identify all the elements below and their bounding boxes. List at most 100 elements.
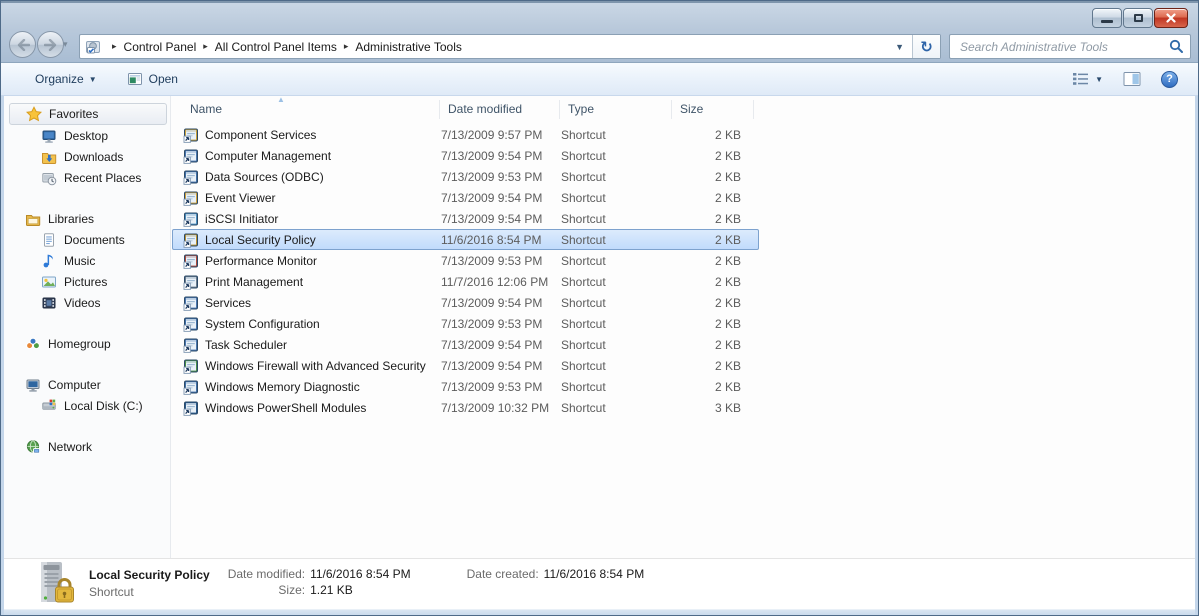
table-row[interactable]: Services7/13/2009 9:54 PMShortcut2 KB: [172, 292, 759, 313]
title-bar[interactable]: ▾ ▸ Control Panel ▸ All Control Panel It…: [1, 1, 1198, 63]
sidebar-item-label: Recent Places: [64, 171, 141, 185]
date-modified-label: Date modified:: [228, 567, 305, 581]
sidebar-item-label: Computer: [48, 378, 101, 392]
search-icon[interactable]: [1169, 39, 1184, 54]
breadcrumb-arrow-icon: ▸: [112, 41, 117, 52]
sidebar-item-pictures[interactable]: Pictures: [1, 271, 170, 292]
help-button[interactable]: ?: [1155, 68, 1184, 91]
column-header-label: Type: [568, 102, 594, 116]
event-viewer-icon: [183, 190, 199, 206]
pictures-icon: [41, 274, 57, 290]
sidebar-item-network[interactable]: Network: [1, 436, 170, 457]
window-frame-left: [1, 96, 4, 616]
address-dropdown-icon[interactable]: ▼: [887, 42, 912, 52]
file-date-modified: 7/13/2009 9:54 PM: [441, 338, 561, 352]
file-type: Shortcut: [561, 338, 673, 352]
table-row[interactable]: Data Sources (ODBC)7/13/2009 9:53 PMShor…: [172, 166, 759, 187]
sidebar-item-recent-places[interactable]: Recent Places: [1, 167, 170, 188]
column-header-size[interactable]: Size: [672, 100, 754, 119]
sidebar-item-label: Videos: [64, 296, 100, 310]
table-row[interactable]: System Configuration7/13/2009 9:53 PMSho…: [172, 313, 759, 334]
sidebar-item-computer[interactable]: Computer: [1, 374, 170, 395]
file-type: Shortcut: [561, 380, 673, 394]
file-name: Services: [205, 296, 251, 310]
sidebar-item-label: Favorites: [49, 107, 98, 121]
powershell-modules-icon: [183, 400, 199, 416]
open-button[interactable]: Open: [119, 67, 186, 91]
recent-places-icon: [41, 170, 57, 186]
column-header-name[interactable]: Name: [182, 100, 440, 119]
search-box[interactable]: [949, 34, 1191, 59]
services-icon: [183, 295, 199, 311]
maximize-button[interactable]: [1123, 8, 1153, 28]
navigation-pane: Favorites Desktop Downloads Recent Places Li…: [1, 96, 171, 558]
sidebar-item-label: Local Disk (C:): [64, 399, 143, 413]
sidebar-item-music[interactable]: Music: [1, 250, 170, 271]
table-row[interactable]: Windows Memory Diagnostic7/13/2009 9:53 …: [172, 376, 759, 397]
sidebar-item-label: Homegroup: [48, 337, 111, 351]
organize-button[interactable]: Organize ▼: [27, 67, 105, 91]
table-row[interactable]: Performance Monitor7/13/2009 9:53 PMShor…: [172, 250, 759, 271]
table-row[interactable]: Print Management11/7/2016 12:06 PMShortc…: [172, 271, 759, 292]
search-input[interactable]: [958, 39, 1169, 55]
size-value: 1.21 KB: [310, 583, 411, 597]
table-row[interactable]: Event Viewer7/13/2009 9:54 PMShortcut2 K…: [172, 187, 759, 208]
column-header-type[interactable]: Type: [560, 100, 672, 119]
column-header-date-modified[interactable]: Date modified: [440, 100, 560, 119]
file-type: Shortcut: [561, 212, 673, 226]
computer-management-icon: [183, 148, 199, 164]
table-row[interactable]: Component Services7/13/2009 9:57 PMShort…: [172, 124, 759, 145]
preview-pane-button[interactable]: [1117, 68, 1147, 90]
sidebar-item-favorites[interactable]: Favorites: [9, 103, 167, 125]
file-name: Performance Monitor: [205, 254, 317, 268]
address-location-icon: [85, 39, 101, 55]
sidebar-item-libraries[interactable]: Libraries: [1, 208, 170, 229]
file-type: Shortcut: [561, 233, 673, 247]
table-row[interactable]: iSCSI Initiator7/13/2009 9:54 PMShortcut…: [172, 208, 759, 229]
table-row[interactable]: Windows Firewall with Advanced Security7…: [172, 355, 759, 376]
breadcrumb-all-control-panel-items[interactable]: All Control Panel Items: [215, 40, 337, 54]
file-date-modified: 7/13/2009 9:57 PM: [441, 128, 561, 142]
details-item-type: Shortcut: [89, 584, 210, 601]
organize-label: Organize: [35, 72, 84, 86]
sidebar-item-documents[interactable]: Documents: [1, 229, 170, 250]
recent-pages-dropdown[interactable]: ▾: [63, 39, 68, 50]
sidebar-item-homegroup[interactable]: Homegroup: [1, 333, 170, 354]
file-list: Component Services7/13/2009 9:57 PMShort…: [172, 124, 1192, 418]
table-row[interactable]: Computer Management7/13/2009 9:54 PMShor…: [172, 145, 759, 166]
sidebar-item-desktop[interactable]: Desktop: [1, 125, 170, 146]
sidebar-item-downloads[interactable]: Downloads: [1, 146, 170, 167]
file-type: Shortcut: [561, 128, 673, 142]
sidebar-item-videos[interactable]: Videos: [1, 292, 170, 313]
forward-icon: [44, 39, 58, 51]
minimize-button[interactable]: [1092, 8, 1122, 28]
column-header-label: Size: [680, 102, 703, 116]
views-button[interactable]: ▼: [1066, 68, 1109, 90]
breadcrumb-control-panel[interactable]: Control Panel: [124, 40, 197, 54]
favorites-star-icon: [26, 106, 42, 122]
table-row[interactable]: Local Security Policy11/6/2016 8:54 PMSh…: [172, 229, 759, 250]
help-icon: ?: [1161, 71, 1178, 88]
videos-icon: [41, 295, 57, 311]
file-name: System Configuration: [205, 317, 320, 331]
preview-pane-icon: [1123, 71, 1141, 87]
open-label: Open: [149, 72, 178, 86]
sidebar-item-local-disk-c[interactable]: Local Disk (C:): [1, 395, 170, 416]
file-size: 3 KB: [673, 401, 745, 415]
address-bar[interactable]: ▸ Control Panel ▸ All Control Panel Item…: [79, 34, 941, 59]
file-date-modified: 11/6/2016 8:54 PM: [441, 233, 561, 247]
sidebar-item-label: Desktop: [64, 129, 108, 143]
date-modified-value: 11/6/2016 8:54 PM: [310, 567, 411, 581]
back-button[interactable]: [9, 31, 36, 58]
breadcrumb-administrative-tools[interactable]: Administrative Tools: [355, 40, 462, 54]
refresh-button[interactable]: ↻: [912, 35, 940, 58]
table-row[interactable]: Windows PowerShell Modules7/13/2009 10:3…: [172, 397, 759, 418]
open-window-icon: [127, 71, 143, 87]
memory-diagnostic-icon: [183, 379, 199, 395]
forward-button[interactable]: [37, 31, 64, 58]
minimize-icon: [1101, 20, 1113, 23]
maximize-icon: [1134, 14, 1143, 22]
close-button[interactable]: [1154, 8, 1188, 28]
table-row[interactable]: Task Scheduler7/13/2009 9:54 PMShortcut2…: [172, 334, 759, 355]
sidebar-item-label: Network: [48, 440, 92, 454]
